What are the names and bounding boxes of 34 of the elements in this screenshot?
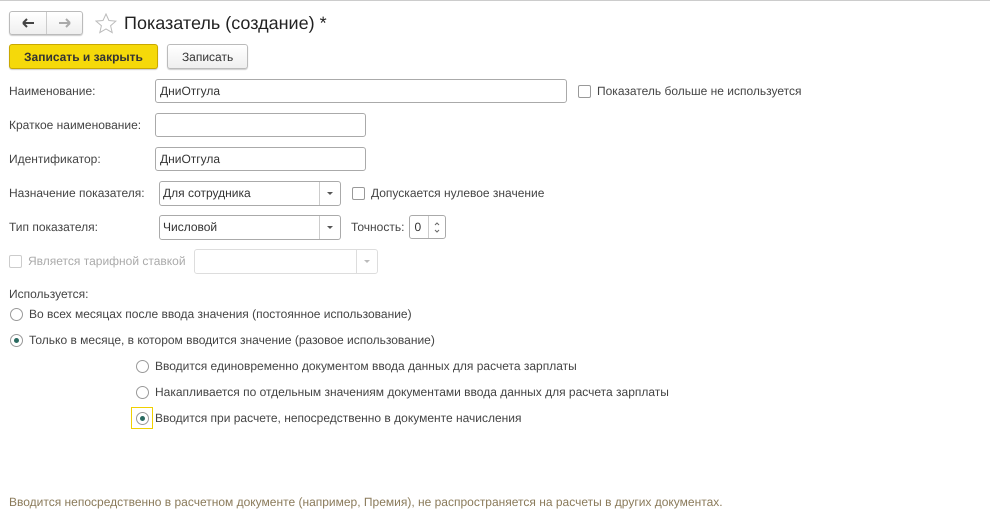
- radio-label: Только в месяце, в котором вводится значение (разовое использование): [29, 333, 435, 347]
- up-down-icon: [434, 222, 440, 232]
- field-label: Назначение показателя:: [9, 186, 146, 200]
- checkbox-label: Допускается нулевое значение: [371, 186, 544, 200]
- right-arrow-icon: [58, 18, 71, 28]
- checkbox-label: Показатель больше не используется: [597, 84, 802, 98]
- radio-label: Вводится при расчете, непосредственно в документе начисления: [155, 411, 522, 425]
- left-arrow-icon: [22, 18, 34, 28]
- checkbox-label: Является тарифной ставкой: [28, 254, 186, 268]
- field-label: Тип показателя:: [9, 220, 99, 234]
- field-label: Точность:: [351, 220, 404, 234]
- save-and-close-button[interactable]: Записать и закрыть: [9, 44, 158, 69]
- caret-icon: [327, 192, 333, 194]
- caret-icon: [327, 226, 333, 228]
- field-label: Идентификатор:: [9, 152, 102, 166]
- text-field[interactable]: ДниОтгула: [155, 147, 366, 171]
- field-label: Наименование:: [9, 84, 97, 98]
- checkbox[interactable]: [352, 186, 365, 200]
- number-spinner[interactable]: 0: [409, 215, 446, 239]
- window-title: Показатель (создание) *: [124, 12, 327, 34]
- radio-label: Накапливается по отдельным значениям документами ввода данных для расчета зарплаты: [155, 385, 669, 399]
- caret-icon: [364, 260, 370, 262]
- hint-text: Вводится непосредственно в расчетном документе (например, Премия), не распространяется на расчеты в других документах.: [9, 495, 723, 509]
- text-field[interactable]: ДниОтгула: [155, 79, 567, 103]
- radio-label: Во всех месяцах после ввода значения (постоянное использование): [29, 307, 412, 321]
- radio-button[interactable]: [131, 407, 153, 429]
- text-field[interactable]: [155, 113, 366, 137]
- section-label: Используется:: [9, 287, 90, 301]
- dropdown-field[interactable]: Для сотрудника: [159, 180, 341, 206]
- checkbox[interactable]: [578, 84, 591, 98]
- dropdown-field[interactable]: Числовой: [159, 214, 341, 240]
- field-label: Краткое наименование:: [9, 118, 142, 132]
- save-button[interactable]: Записать: [166, 44, 248, 69]
- radio-label: Вводится единовременно документом ввода данных для расчета зарплаты: [155, 359, 577, 373]
